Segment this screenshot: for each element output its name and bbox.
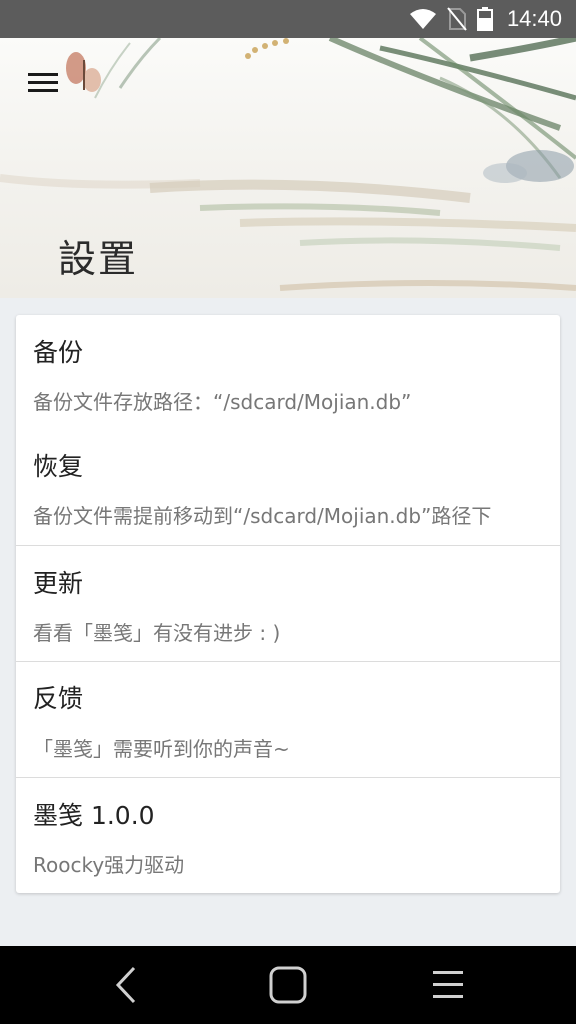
about-subtitle: Roocky强力驱动 [33, 853, 185, 877]
backup-subtitle: 备份文件存放路径：“/sdcard/Mojian.db” [33, 390, 412, 414]
settings-card: 备份 备份文件存放路径：“/sdcard/Mojian.db” 恢复 备份文件需… [16, 315, 560, 893]
backup-item[interactable]: 备份 备份文件存放路径：“/sdcard/Mojian.db” [16, 315, 560, 430]
page-title: 設置 [58, 237, 139, 281]
no-sim-icon [447, 7, 467, 31]
status-icons: 14:40 [409, 0, 562, 38]
navigation-bar [0, 946, 576, 1024]
recents-button[interactable] [423, 960, 473, 1010]
backup-title: 备份 [33, 338, 84, 367]
feedback-subtitle: 「墨笺」需要听到你的声音~ [33, 737, 290, 761]
back-button[interactable] [102, 960, 152, 1010]
restore-item[interactable]: 恢复 备份文件需提前移动到“/sdcard/Mojian.db”路径下 [16, 430, 560, 545]
about-item[interactable]: 墨笺 1.0.0 Roocky强力驱动 [16, 778, 560, 893]
update-subtitle: 看看「墨笺」有没有进步 : ) [33, 621, 281, 645]
feedback-item[interactable]: 反馈 「墨笺」需要听到你的声音~ [16, 662, 560, 777]
back-icon [115, 966, 136, 1004]
update-title: 更新 [33, 569, 84, 598]
restore-title: 恢复 [33, 452, 84, 481]
update-item[interactable]: 更新 看看「墨笺」有没有进步 : ) [16, 546, 560, 661]
about-title: 墨笺 1.0.0 [33, 801, 155, 830]
feedback-title: 反馈 [33, 684, 84, 713]
status-time: 14:40 [506, 6, 562, 31]
home-icon [269, 966, 307, 1004]
restore-subtitle: 备份文件需提前移动到“/sdcard/Mojian.db”路径下 [33, 504, 492, 528]
home-button[interactable] [263, 960, 313, 1010]
status-bar: 14:40 [0, 0, 576, 38]
hamburger-menu-icon[interactable] [28, 70, 60, 96]
header-banner: 設置 [0, 38, 576, 298]
battery-icon [476, 7, 493, 31]
recents-menu-icon [433, 971, 463, 998]
wifi-icon [409, 9, 436, 29]
